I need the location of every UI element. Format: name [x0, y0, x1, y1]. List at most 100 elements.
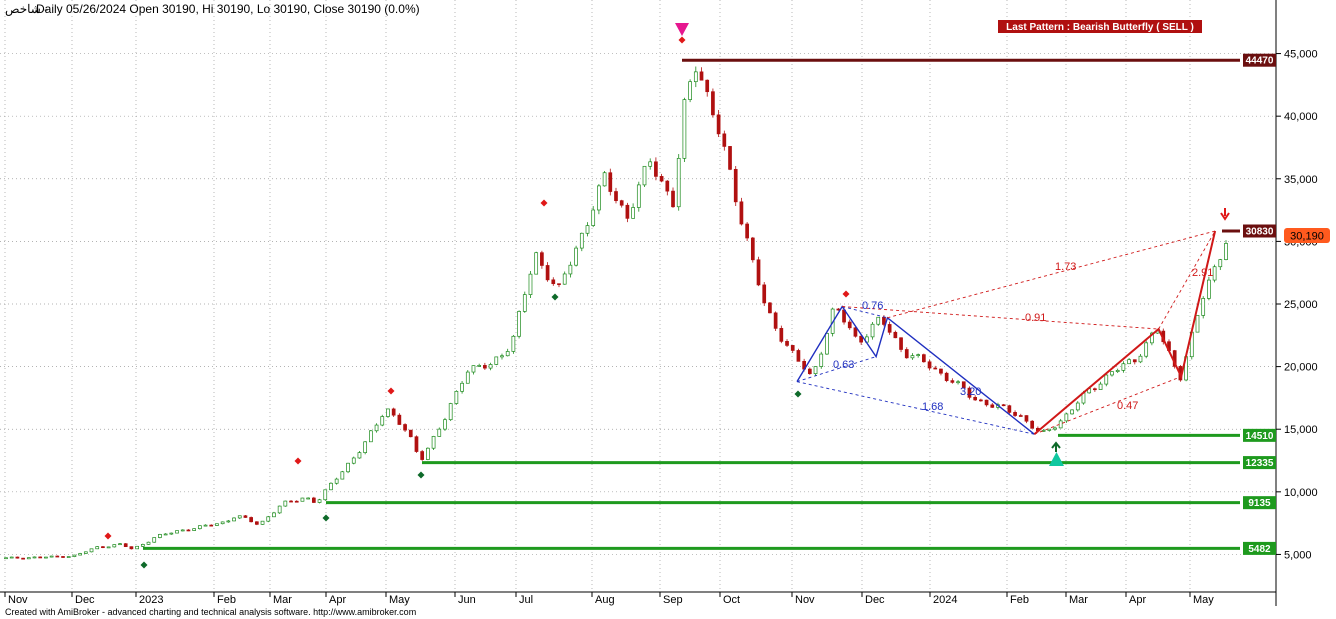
candle-body [163, 533, 168, 536]
candle-body [927, 361, 932, 369]
candle-body [750, 237, 755, 261]
candle-body [260, 520, 265, 525]
y-tick-label: 40,000 [1284, 111, 1318, 123]
candle-body [528, 273, 533, 295]
candle-body [266, 516, 271, 522]
candle-body [226, 520, 231, 523]
candle-body [534, 252, 539, 275]
candle-body [1218, 259, 1223, 268]
candle-body [1104, 374, 1109, 385]
price-chart[interactable]: 5,00010,00015,00020,00025,00030,00035,00… [0, 0, 1336, 619]
candle-body [659, 176, 664, 182]
x-tick-label: Nov [795, 594, 815, 606]
candle-body [386, 408, 390, 417]
candle-body [984, 399, 989, 406]
candle-body [602, 172, 607, 187]
x-tick-label: Feb [217, 594, 236, 606]
candle-body [1007, 405, 1012, 413]
candle-body [351, 457, 356, 464]
candle-body [625, 204, 630, 219]
candle-body [562, 273, 567, 285]
candle-body [922, 354, 926, 363]
candle-body [220, 521, 225, 525]
candle-body [1030, 420, 1035, 429]
x-tick-label: 2024 [933, 594, 957, 606]
candle-body [289, 500, 293, 503]
candle-body [306, 497, 310, 500]
candle-body [494, 356, 499, 365]
y-tick-label: 15,000 [1284, 424, 1318, 436]
candle-body [522, 294, 527, 312]
candle-body [300, 497, 305, 502]
x-tick-label: May [1193, 594, 1214, 606]
candle-body [1132, 359, 1137, 363]
x-tick-label: 2023 [139, 594, 163, 606]
pattern-ratio-red: 1.73 [1055, 261, 1076, 273]
candle-body [642, 165, 647, 186]
candle-body [340, 471, 345, 480]
candle-body [4, 557, 8, 560]
candle-body [1075, 402, 1080, 411]
candle-body [693, 71, 698, 83]
candle-body [585, 225, 590, 234]
candle-body [956, 381, 960, 384]
candle-body [825, 333, 829, 355]
x-tick-label: Dec [865, 594, 885, 606]
candle-body [614, 191, 618, 202]
x-tick-label: Apr [1129, 594, 1146, 606]
x-tick-label: Jul [519, 594, 533, 606]
candle-body [1047, 428, 1052, 431]
candle-body [597, 185, 601, 211]
candle-body [32, 556, 37, 559]
candle-body [711, 91, 715, 116]
candle-body [118, 543, 122, 546]
candle-body [403, 424, 407, 431]
candle-body [209, 524, 214, 527]
candle-body [488, 364, 493, 369]
candle-body [277, 505, 282, 514]
candle-body [910, 355, 915, 359]
candle-body [979, 399, 983, 402]
candle-body [505, 351, 510, 357]
x-tick-label: Mar [1069, 594, 1088, 606]
y-tick-label: 10,000 [1284, 487, 1318, 499]
candle-body [140, 544, 145, 547]
candle-body [1207, 279, 1211, 299]
candle-body [9, 556, 14, 559]
y-tick-label: 5,000 [1284, 549, 1312, 561]
candle-body [1013, 412, 1017, 416]
x-axis-ticks: Nov Dec 2023 Feb Mar Apr May Jun Jul Aug Sep Oct Nov… [4, 592, 1214, 606]
candle-body [1024, 415, 1029, 422]
candle-body [369, 430, 373, 443]
candle-body [619, 200, 624, 206]
candle-body [363, 441, 368, 453]
candle-body [545, 265, 550, 281]
candle-body [89, 548, 94, 553]
candle-body [762, 284, 767, 304]
level-tag-label: 9135 [1248, 498, 1271, 509]
candle-body [95, 546, 100, 550]
candle-body [357, 452, 362, 459]
pattern-ratio-blue: 0.63 [833, 359, 854, 371]
chart-header-info: Daily 05/26/2024 Open 30190, Hi 30190, L… [36, 2, 420, 16]
level-tag-label: 12335 [1246, 458, 1274, 469]
candle-body [192, 528, 196, 531]
level-tag-label: 30830 [1246, 226, 1274, 237]
candle-body [1058, 420, 1063, 429]
pattern-ratio-red: 0.47 [1117, 400, 1138, 412]
candle-body [1212, 266, 1217, 281]
candle-body [1195, 315, 1200, 333]
candle-body [1115, 369, 1120, 372]
candle-body [477, 365, 482, 367]
candle-body [414, 436, 419, 452]
candle-body [557, 283, 561, 286]
candle-body [175, 530, 179, 534]
pattern-label: Last Pattern : Bearish Butterfly ( SELL … [1006, 22, 1194, 33]
candle-body [312, 497, 316, 503]
candle-body [511, 335, 516, 352]
candle-body [232, 517, 236, 522]
candle-body [665, 180, 670, 192]
candle-body [61, 556, 65, 558]
x-tick-label: Dec [75, 594, 95, 606]
candle-body [283, 500, 288, 507]
